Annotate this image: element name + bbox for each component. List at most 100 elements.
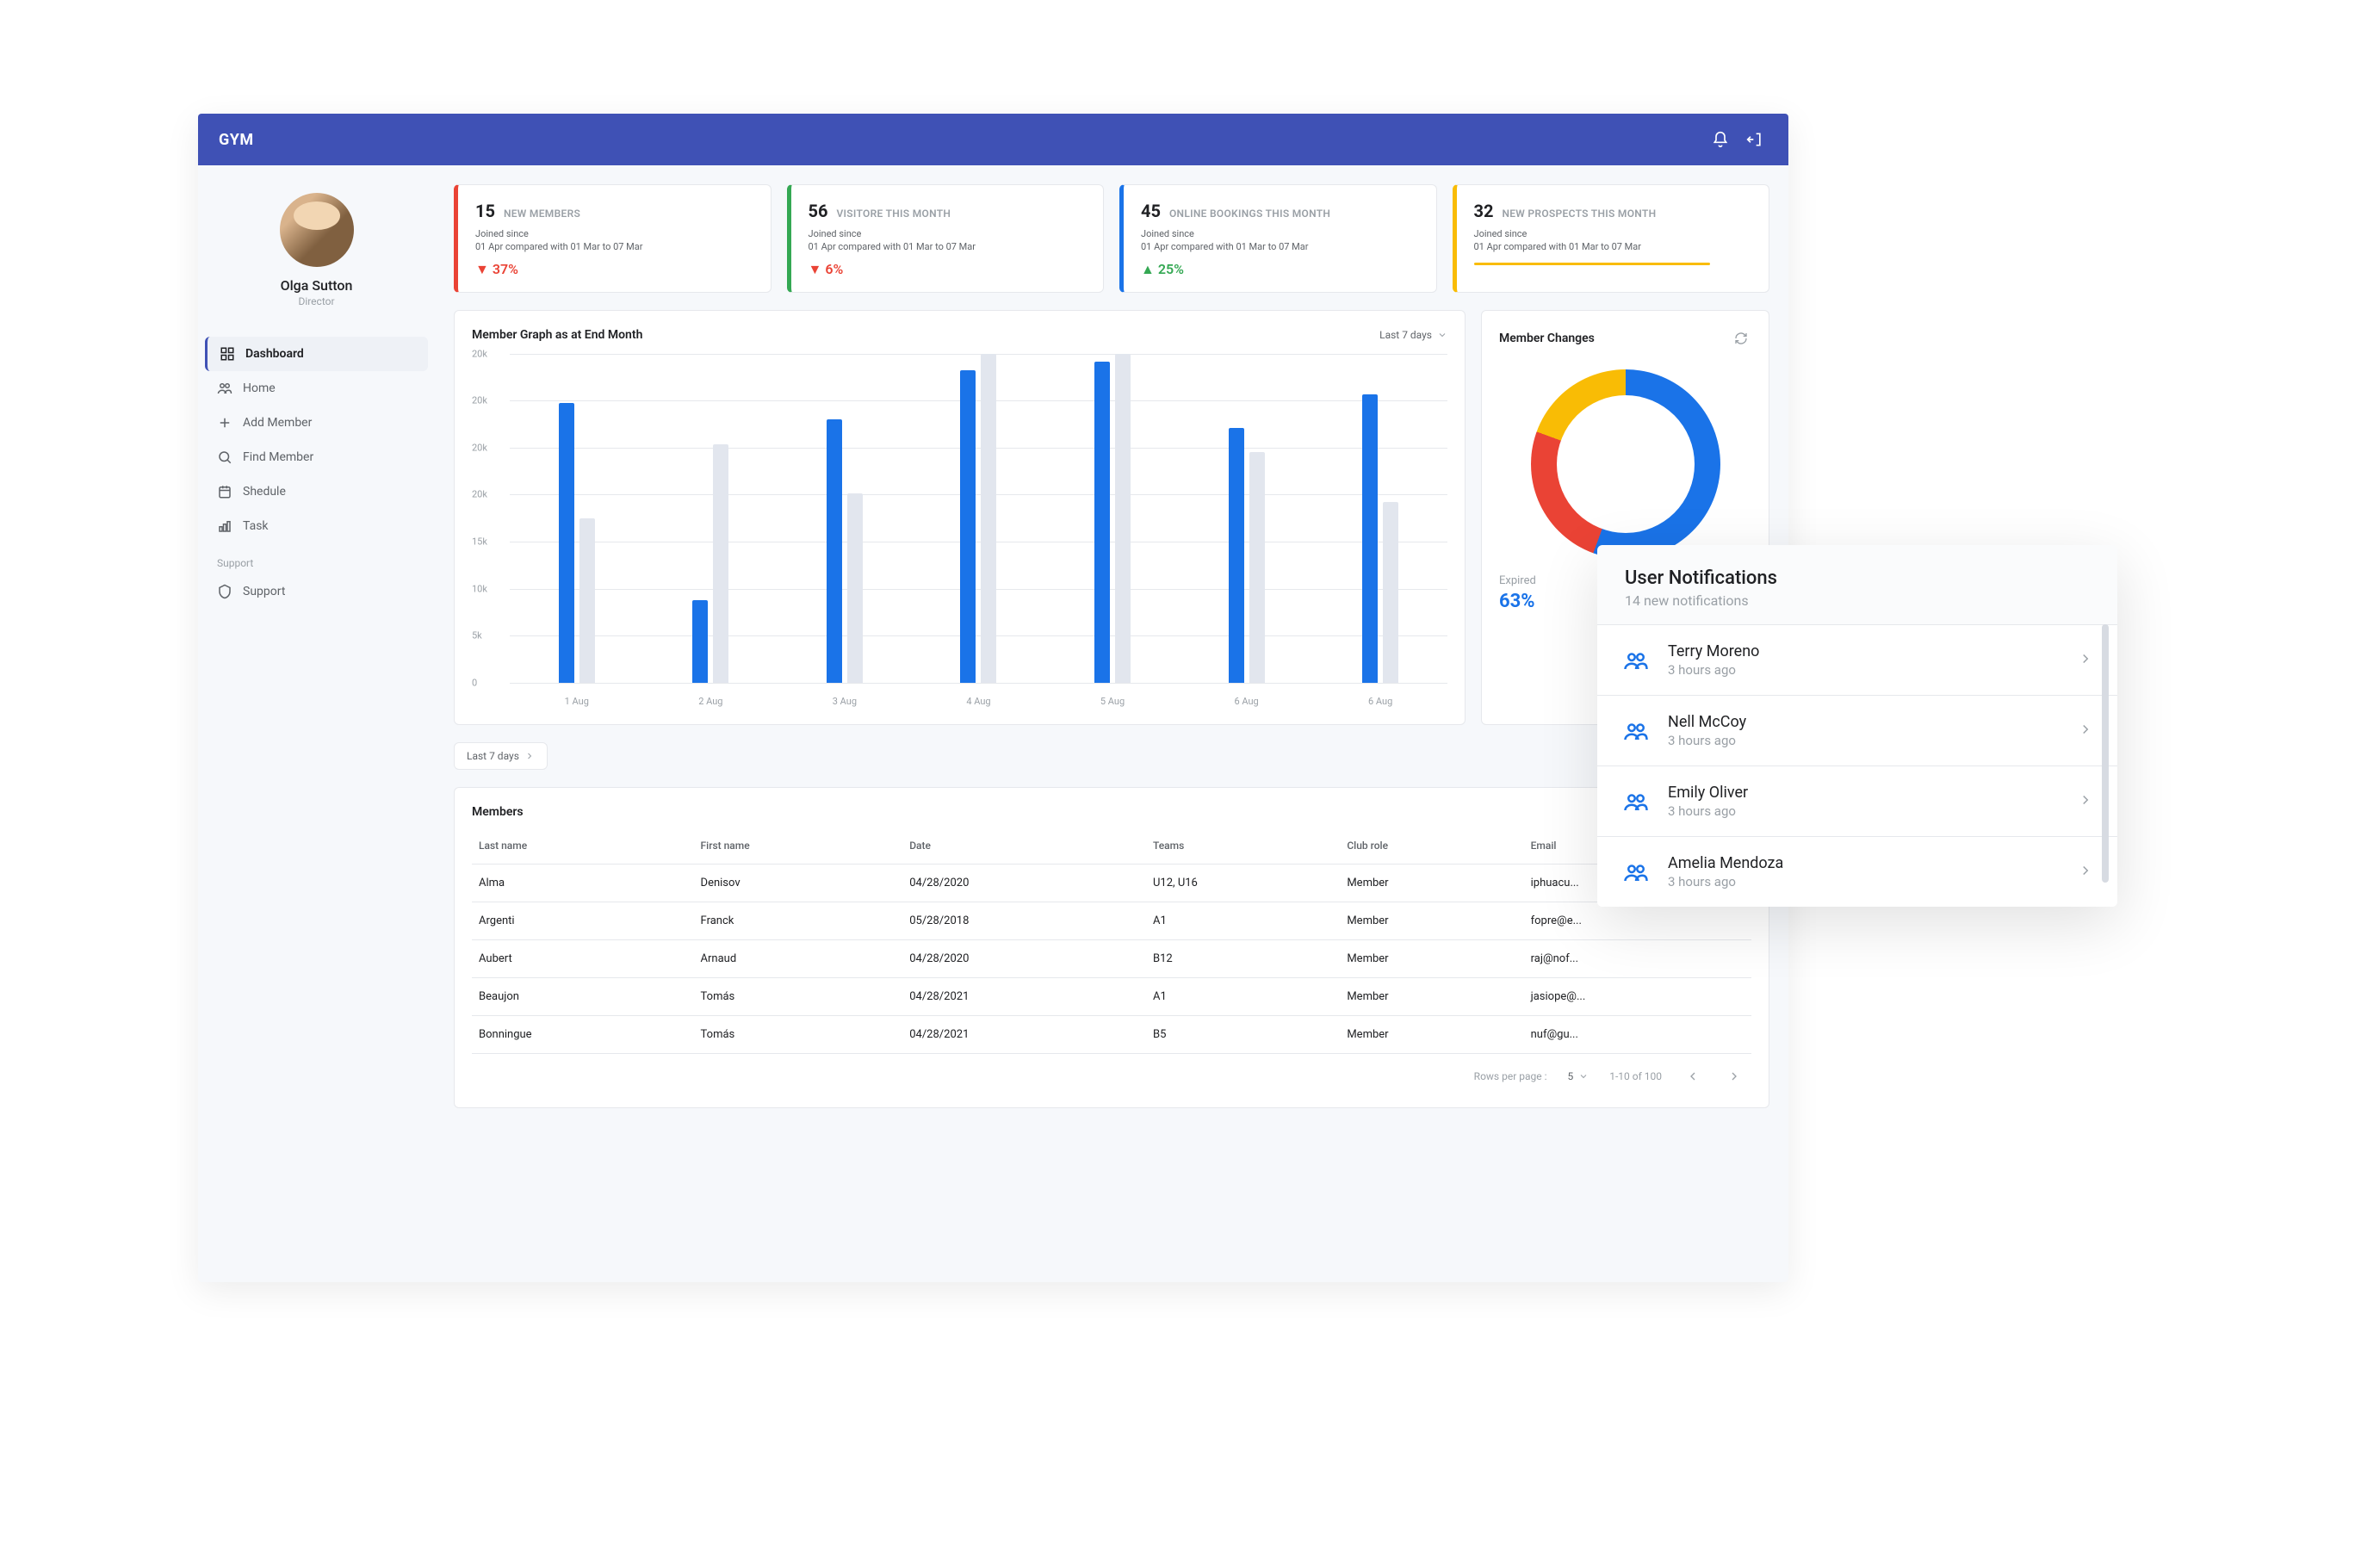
sidebar-item-label: Support xyxy=(243,585,285,598)
table-row[interactable]: BeaujonTomás04/28/2021A1Memberjasiope@..… xyxy=(472,977,1751,1015)
table-cell: Franck xyxy=(694,902,903,939)
changes-title: Member Changes xyxy=(1499,332,1595,345)
table-cell: Member xyxy=(1340,864,1523,902)
legend-value: 63% xyxy=(1499,591,1536,612)
x-tick: 4 Aug xyxy=(966,696,990,707)
plus-icon xyxy=(217,415,232,431)
y-tick: 0 xyxy=(472,677,477,688)
notification-name: Terry Moreno xyxy=(1668,642,1759,660)
y-tick: 20k xyxy=(472,348,487,359)
table-cell: 04/28/2020 xyxy=(902,939,1146,977)
x-tick: 3 Aug xyxy=(833,696,857,707)
bell-icon xyxy=(1712,131,1729,148)
bar-previous xyxy=(847,493,863,683)
table-cell: 05/28/2018 xyxy=(902,902,1146,939)
stat-cards: 15NEW MEMBERSJoined since01 Apr compared… xyxy=(454,184,1769,293)
y-tick: 20k xyxy=(472,395,487,406)
notification-item[interactable]: Amelia Mendoza3 hours ago xyxy=(1597,836,2117,907)
table-cell: jasiope@... xyxy=(1524,977,1751,1015)
table-cell: Aubert xyxy=(472,939,694,977)
bar-current xyxy=(1362,394,1378,682)
table-header[interactable]: Club role xyxy=(1340,827,1523,865)
table-cell: raj@nof... xyxy=(1524,939,1751,977)
bar-previous xyxy=(1249,452,1265,682)
notification-item[interactable]: Nell McCoy3 hours ago xyxy=(1597,695,2117,765)
arrow-down-icon: ▼ xyxy=(475,261,489,278)
y-tick: 20k xyxy=(472,442,487,453)
stat-sub: Joined since01 Apr compared with 01 Mar … xyxy=(1141,228,1419,254)
table-row[interactable]: AubertArnaud04/28/2020B12Memberraj@nof..… xyxy=(472,939,1751,977)
last7-button[interactable]: Last 7 days xyxy=(454,742,548,770)
dashboard-icon xyxy=(220,346,235,362)
table-cell: 04/28/2021 xyxy=(902,1015,1146,1053)
notifications-button[interactable] xyxy=(1707,127,1733,152)
avatar[interactable] xyxy=(280,193,354,267)
table-row[interactable]: AlmaDenisov04/28/2020U12, U16Memberiphua… xyxy=(472,864,1751,902)
table-header[interactable]: Date xyxy=(902,827,1146,865)
table-cell: U12, U16 xyxy=(1146,864,1340,902)
table-cell: 04/28/2020 xyxy=(902,864,1146,902)
table-row[interactable]: BonningueTomás04/28/2021B5Membernuf@gu..… xyxy=(472,1015,1751,1053)
table-cell: Argenti xyxy=(472,902,694,939)
table-row[interactable]: ArgentiFranck05/28/2018A1Memberfopre@e..… xyxy=(472,902,1751,939)
notification-item[interactable]: Emily Oliver3 hours ago xyxy=(1597,765,2117,836)
stat-card[interactable]: 45ONLINE BOOKINGS THIS MONTHJoined since… xyxy=(1119,184,1437,293)
sidebar-item-shedule[interactable]: Shedule xyxy=(205,474,428,509)
rows-per-page-label: Rows per page : xyxy=(1474,1070,1547,1082)
x-tick: 6 Aug xyxy=(1234,696,1258,707)
chart-range-dropdown[interactable]: Last 7 days xyxy=(1379,329,1447,341)
table-cell: Tomás xyxy=(694,1015,903,1053)
users-icon xyxy=(1621,787,1651,816)
app-header: GYM xyxy=(198,114,1788,165)
next-page-button[interactable] xyxy=(1724,1066,1744,1087)
stat-value: 56 xyxy=(809,201,828,221)
stat-delta: ▲25% xyxy=(1141,261,1419,278)
rows-per-page-dropdown[interactable]: 5 xyxy=(1568,1070,1589,1082)
table-cell: Bonningue xyxy=(472,1015,694,1053)
table-header[interactable]: Last name xyxy=(472,827,694,865)
stat-delta: ▼6% xyxy=(809,261,1087,278)
bar-pair xyxy=(1229,428,1265,683)
stat-label: NEW MEMBERS xyxy=(504,208,580,220)
donut-chart xyxy=(1531,369,1720,559)
sidebar-item-find-member[interactable]: Find Member xyxy=(205,440,428,474)
table-cell: Member xyxy=(1340,902,1523,939)
table-cell: Member xyxy=(1340,939,1523,977)
stat-label: VISITORE THIS MONTH xyxy=(836,208,951,220)
prev-page-button[interactable] xyxy=(1682,1066,1703,1087)
member-graph-card: Member Graph as at End Month Last 7 days… xyxy=(454,310,1466,725)
refresh-button[interactable] xyxy=(1731,328,1751,349)
chevron-right-icon xyxy=(2078,722,2093,741)
table-header[interactable]: First name xyxy=(694,827,903,865)
stat-sub: Joined since01 Apr compared with 01 Mar … xyxy=(1474,228,1752,254)
notification-item[interactable]: Terry Moreno3 hours ago xyxy=(1597,624,2117,695)
chevron-down-icon xyxy=(1437,330,1447,340)
table-cell: 04/28/2021 xyxy=(902,977,1146,1015)
chevron-down-icon xyxy=(1578,1071,1589,1081)
sidebar-item-home[interactable]: Home xyxy=(205,371,428,406)
bar-pair xyxy=(692,444,728,683)
sidebar-item-dashboard[interactable]: Dashboard xyxy=(205,337,428,371)
bar-current xyxy=(1229,428,1244,683)
profile-role: Director xyxy=(298,295,334,307)
sidebar-item-support[interactable]: Support xyxy=(205,574,428,609)
bar-current xyxy=(827,419,842,683)
bar-chart: 05k10k15k20k20k20k20k 1 Aug2 Aug3 Aug4 A… xyxy=(472,354,1447,707)
table-header[interactable]: Teams xyxy=(1146,827,1340,865)
table-cell: Alma xyxy=(472,864,694,902)
stat-card[interactable]: 32NEW PROSPECTS THIS MONTHJoined since01… xyxy=(1453,184,1770,293)
sidebar-item-add-member[interactable]: Add Member xyxy=(205,406,428,440)
logout-button[interactable] xyxy=(1742,127,1768,152)
stat-card[interactable]: 56VISITORE THIS MONTHJoined since01 Apr … xyxy=(787,184,1105,293)
scrollbar[interactable] xyxy=(2102,624,2109,883)
notification-time: 3 hours ago xyxy=(1668,874,1783,889)
table-cell: Arnaud xyxy=(694,939,903,977)
sidebar-item-task[interactable]: Task xyxy=(205,509,428,543)
sidebar: Olga Sutton Director DashboardHomeAdd Me… xyxy=(198,165,435,1127)
rows-per-page-value: 5 xyxy=(1568,1070,1574,1082)
notification-time: 3 hours ago xyxy=(1668,803,1748,819)
table-cell: B12 xyxy=(1146,939,1340,977)
calendar-icon xyxy=(217,484,232,499)
bar-current xyxy=(1094,362,1110,682)
stat-card[interactable]: 15NEW MEMBERSJoined since01 Apr compared… xyxy=(454,184,772,293)
